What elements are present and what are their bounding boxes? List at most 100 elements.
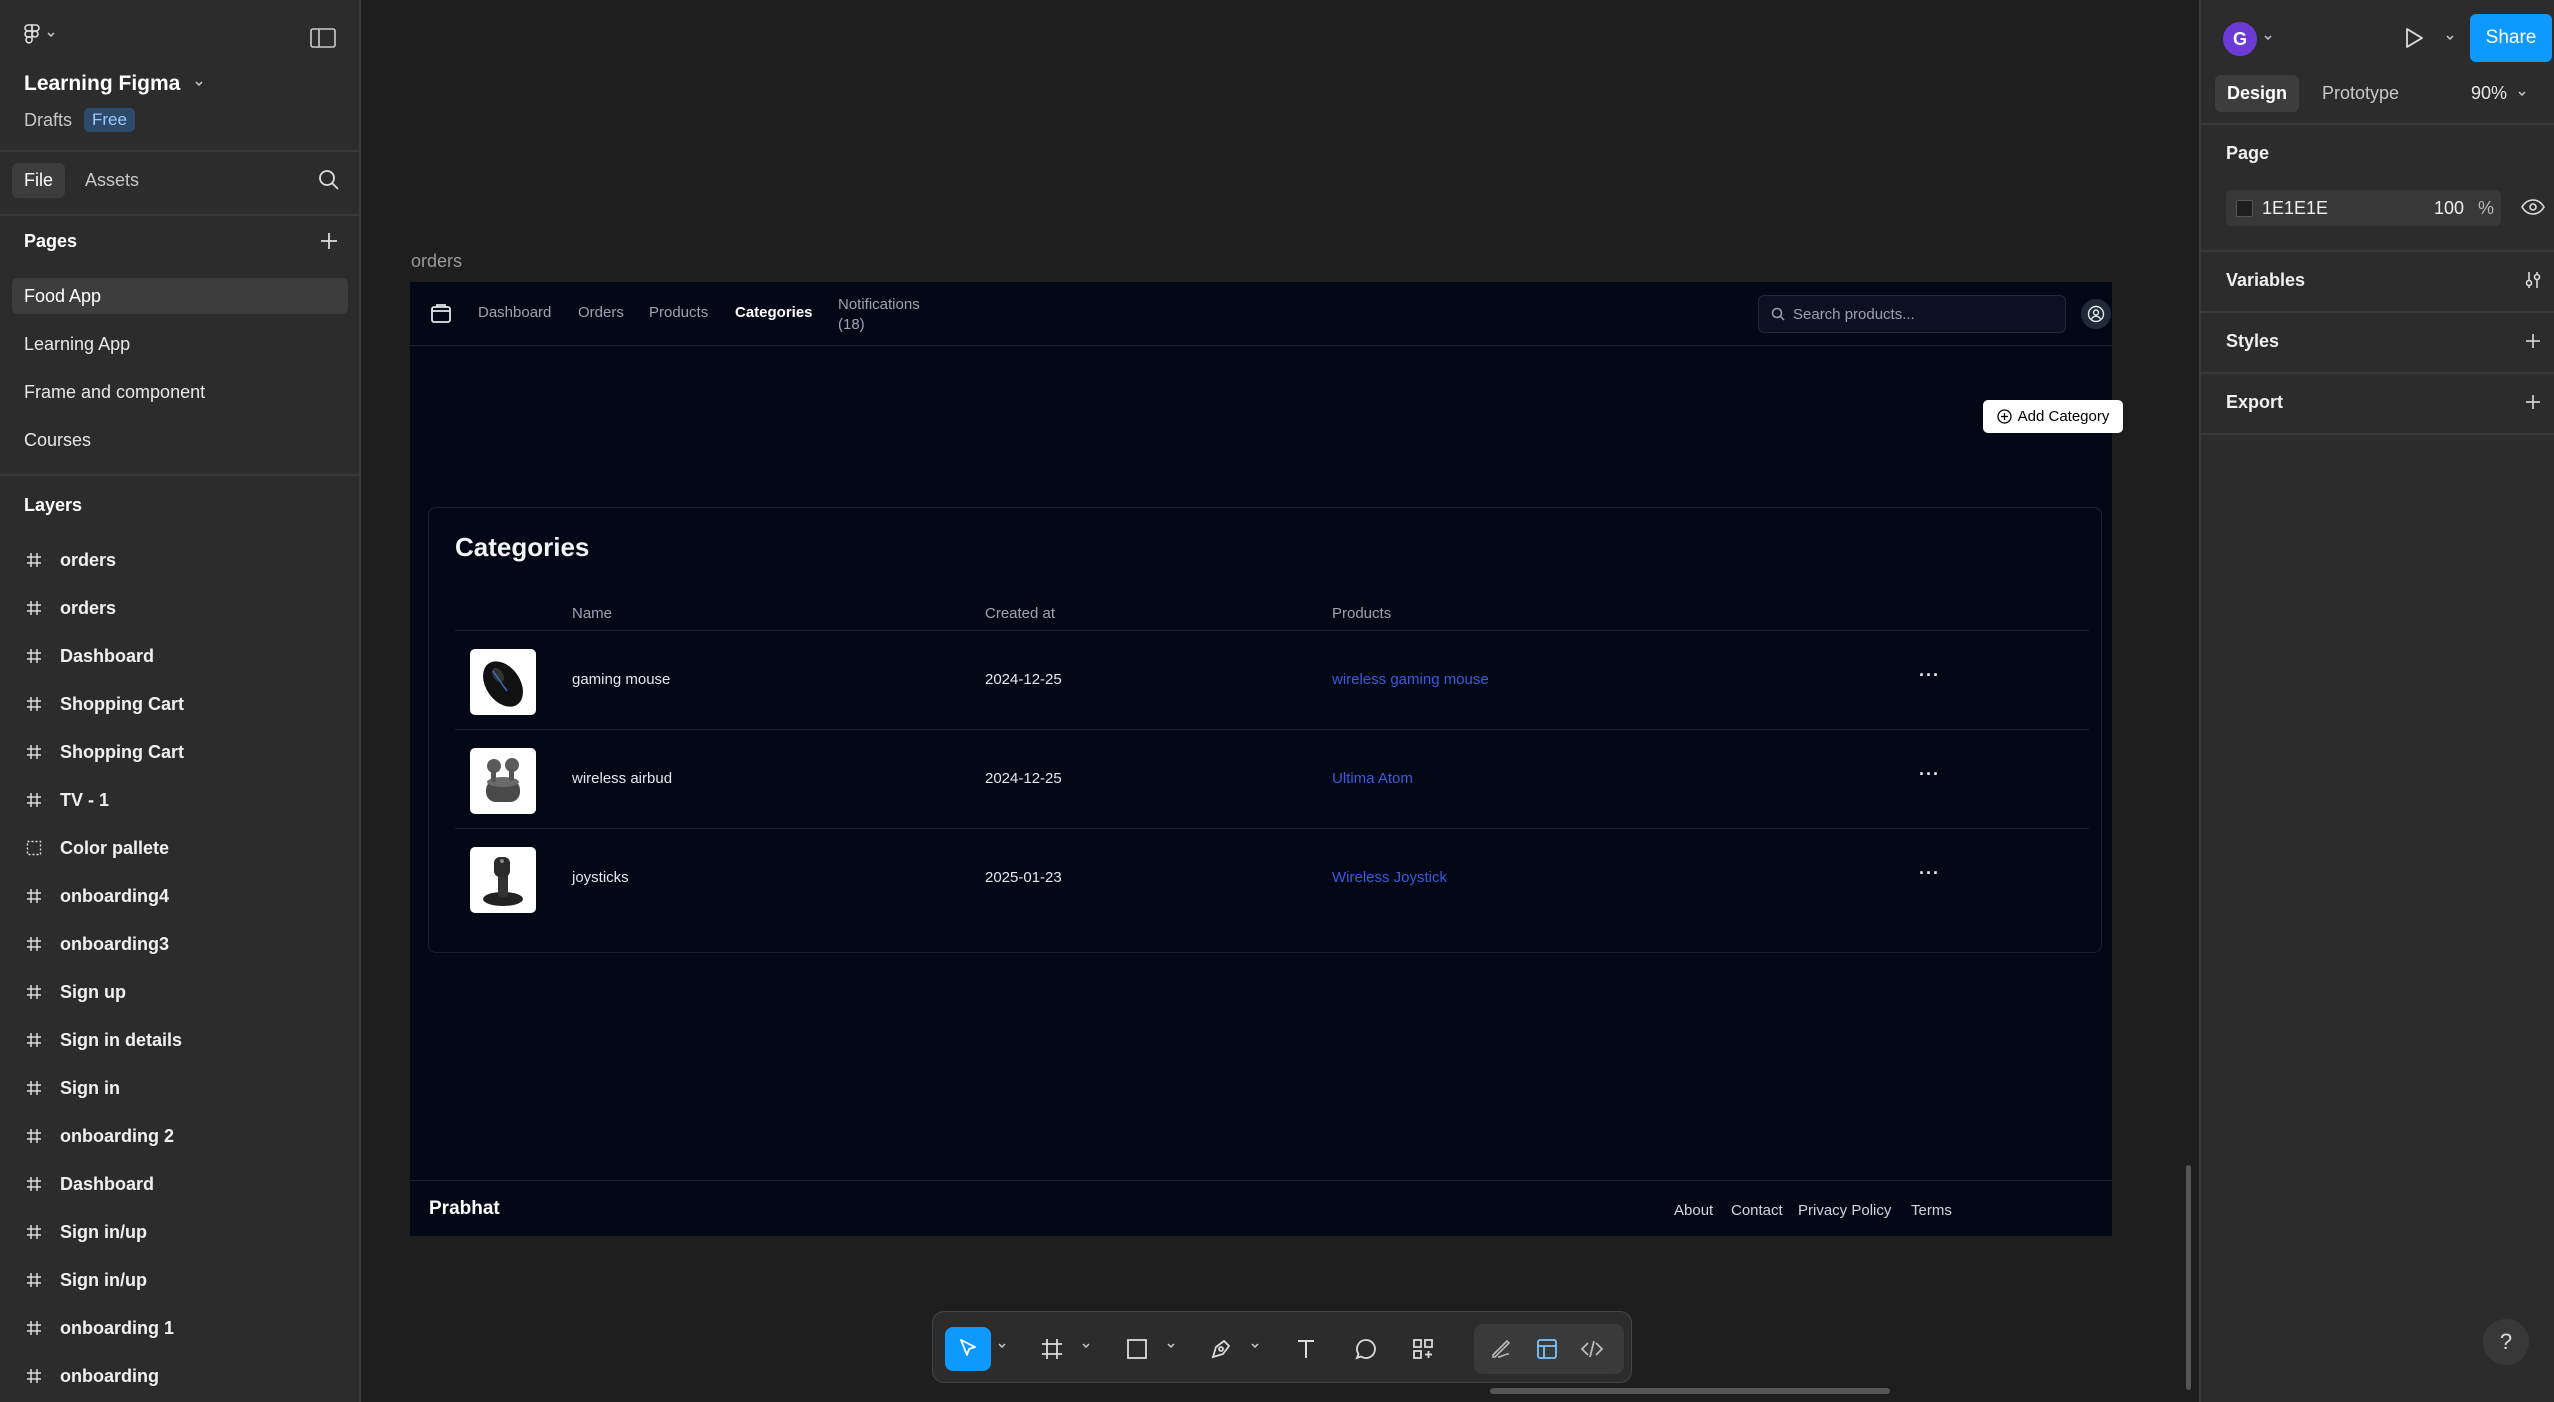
add-export-plus-icon[interactable] [2523,392,2543,412]
draw-mode-icon[interactable] [1478,1327,1524,1371]
footer-link-terms[interactable]: Terms [1911,1202,1952,1219]
layer-item[interactable]: Shopping Cart [24,689,184,719]
nav-link-products[interactable]: Products [649,304,708,321]
layer-item[interactable]: Dashboard [24,1169,154,1199]
page-opacity-value[interactable]: 100 [2434,198,2464,219]
actions-tool-icon[interactable] [1400,1327,1446,1371]
layer-item[interactable]: onboarding4 [24,881,169,911]
canvas[interactable]: orders Dashboard Orders Products Categor… [363,0,2199,1402]
layer-item[interactable]: Sign in details [24,1025,182,1055]
page-item-learning-app[interactable]: Learning App [12,326,348,362]
footer-link-contact[interactable]: Contact [1731,1202,1783,1219]
color-swatch[interactable] [2236,200,2253,217]
tab-file[interactable]: File [12,163,66,198]
horizontal-scrollbar[interactable] [1490,1388,1890,1394]
frame-icon [24,1032,44,1048]
layer-item[interactable]: Sign up [24,977,126,1007]
layer-item[interactable]: onboarding 2 [24,1121,174,1151]
tab-prototype[interactable]: Prototype [2310,75,2411,112]
add-page-plus-icon[interactable] [318,230,340,252]
frame-label[interactable]: orders [411,251,462,272]
frame-icon [24,552,44,568]
variables-settings-icon[interactable] [2523,270,2543,290]
right-panel: G Share Design Prototype 90% Page 1E1E1E… [2199,0,2554,1402]
category-name: wireless airbud [572,770,673,787]
page-color-hex[interactable]: 1E1E1E [2262,198,2328,219]
nav-link-orders[interactable]: Orders [578,304,624,321]
nav-link-notifications[interactable]: Notifications (18) [838,295,920,335]
layer-label: Sign in/up [60,1269,147,1290]
layer-item[interactable]: orders [24,593,116,623]
layer-item[interactable]: onboarding 1 [24,1313,174,1343]
add-style-plus-icon[interactable] [2523,331,2543,351]
chevron-down-icon[interactable] [2263,34,2273,42]
layer-label: Color pallete [60,837,170,858]
layer-item[interactable]: Sign in/up [24,1265,147,1295]
layer-item[interactable]: Dashboard [24,641,154,671]
row-actions-more-icon[interactable]: ··· [1919,665,1940,686]
user-account-icon[interactable] [2081,299,2111,329]
present-play-icon[interactable] [2403,26,2425,50]
divider [2201,250,2554,252]
text-tool-icon[interactable] [1283,1327,1329,1371]
layer-item[interactable]: Sign in [24,1073,120,1103]
layer-item[interactable]: Color pallete [24,833,169,863]
tab-design[interactable]: Design [2215,75,2300,112]
product-link[interactable]: Ultima Atom [1332,770,1413,787]
product-link[interactable]: wireless gaming mouse [1332,671,1489,688]
design-mode-icon[interactable] [1524,1327,1570,1371]
page-item-food-app[interactable]: Food App [12,278,348,314]
frame-tool-icon[interactable] [1029,1327,1075,1371]
zoom-dropdown[interactable]: 90% [2471,83,2527,104]
column-header-products: Products [1332,605,1392,622]
move-tool-icon[interactable] [945,1327,991,1371]
chevron-down-icon[interactable] [1166,1342,1176,1350]
help-question-icon[interactable]: ? [2483,1319,2529,1365]
chevron-down-icon [2517,90,2527,98]
add-category-button[interactable]: Add Category [1983,400,2123,433]
chevron-down-icon[interactable] [2445,34,2455,42]
rectangle-tool-icon[interactable] [1114,1327,1160,1371]
store-logo-icon[interactable] [430,302,452,324]
page-item-courses[interactable]: Courses [12,422,348,458]
frame-orders[interactable]: Dashboard Orders Products Categories Not… [410,282,2123,1236]
layer-item[interactable]: orders [24,545,116,575]
eye-visibility-icon[interactable] [2521,198,2545,216]
layer-item[interactable]: onboarding3 [24,929,169,959]
chevron-down-icon[interactable] [1250,1342,1260,1350]
vertical-scrollbar[interactable] [2186,1165,2191,1390]
table-row[interactable]: joysticks 2025-01-23 Wireless Joystick ·… [455,828,2089,927]
nav-link-categories[interactable]: Categories [735,304,813,321]
layer-item[interactable]: Shopping Cart [24,737,184,767]
page-background-color-field[interactable]: 1E1E1E 100 % [2226,190,2501,226]
file-name[interactable]: Learning Figma [24,72,204,96]
chevron-down-icon[interactable] [997,1342,1007,1350]
row-actions-more-icon[interactable]: ··· [1919,863,1940,884]
table-row[interactable]: gaming mouse 2024-12-25 wireless gaming … [455,630,2089,729]
search-icon[interactable] [318,169,340,191]
dev-mode-code-icon[interactable] [1569,1327,1615,1371]
chevron-down-icon[interactable] [1081,1342,1091,1350]
layer-item[interactable]: TV - 1 [24,785,109,815]
page-item-frame-and-component[interactable]: Frame and component [12,374,348,410]
layer-item[interactable]: onboarding [24,1361,159,1391]
avatar[interactable]: G [2223,22,2257,56]
footer-link-about[interactable]: About [1674,1202,1713,1219]
comment-tool-icon[interactable] [1343,1327,1389,1371]
toggle-sidebar-icon[interactable] [310,27,336,49]
card-title: Categories [455,532,590,562]
share-button[interactable]: Share [2470,14,2552,62]
footer-link-privacy-policy[interactable]: Privacy Policy [1798,1202,1891,1219]
search-products-input[interactable] [1793,305,2053,323]
row-actions-more-icon[interactable]: ··· [1919,764,1940,785]
nav-link-dashboard[interactable]: Dashboard [478,304,551,321]
airbuds-image [470,748,536,814]
table-row[interactable]: wireless airbud 2024-12-25 Ultima Atom ·… [455,729,2089,828]
drafts-link[interactable]: Drafts [24,110,72,131]
tab-assets[interactable]: Assets [73,163,151,198]
layer-label: onboarding 1 [60,1317,174,1338]
pen-tool-icon[interactable] [1198,1327,1244,1371]
main-menu-button[interactable] [24,24,56,46]
product-link[interactable]: Wireless Joystick [1332,869,1447,886]
layer-item[interactable]: Sign in/up [24,1217,147,1247]
